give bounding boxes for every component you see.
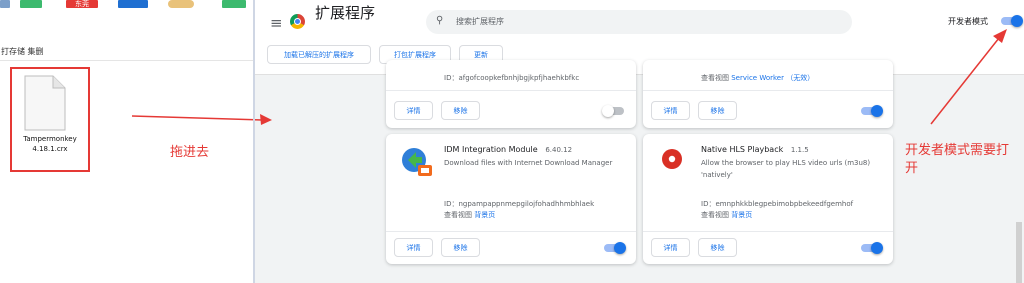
extension-description: Allow the browser to play HLS video urls… (701, 159, 871, 179)
taskbar-icon[interactable] (0, 0, 10, 8)
extension-name: IDM Integration Module (444, 145, 538, 154)
extension-card: Native HLS Playback 1.1.5 Allow the brow… (643, 134, 893, 264)
extension-card: ID：afgofcoopkefbnhjbgjkpfjhaehkbfkc 详情 移… (386, 60, 636, 128)
background-page-link[interactable]: 背景页 (731, 211, 752, 219)
file-name[interactable]: Tampermonkey 4.18.1.crx (12, 134, 88, 154)
taskbar-strip: 东莞 (0, 0, 255, 9)
card-divider (386, 231, 636, 232)
remove-button[interactable]: 移除 (698, 101, 737, 120)
background-page-link[interactable]: 背景页 (474, 211, 495, 219)
taskbar-icon[interactable] (222, 0, 246, 8)
card-divider (643, 231, 893, 232)
dev-mode-annotation: 开发者模式需要打 开 (905, 143, 1010, 176)
extension-toggle[interactable] (861, 105, 883, 117)
toggle-knob (614, 242, 626, 254)
remove-button[interactable]: 移除 (441, 101, 480, 120)
card-divider (386, 90, 636, 91)
drag-in-annotation: 拖进去 (170, 145, 210, 160)
extension-toggle[interactable] (604, 242, 626, 254)
page-title: 扩展程序 (315, 4, 376, 22)
inspect-views: 查看视图 背景页 (701, 211, 753, 219)
details-button[interactable]: 详情 (651, 238, 690, 257)
load-unpacked-button[interactable]: 加载已解压的扩展程序 (267, 45, 371, 64)
extension-toggle[interactable] (602, 105, 624, 117)
details-button[interactable]: 详情 (394, 101, 433, 120)
extension-id: ID：afgofcoopkefbnhjbgjkpfjhaehkbfkc (444, 74, 580, 82)
extension-description: Download files with Internet Download Ma… (444, 159, 613, 167)
extension-name-line: Native HLS Playback 1.1.5 (701, 145, 809, 154)
inspect-views: 查看视图 背景页 (444, 211, 496, 219)
inspect-view-link[interactable]: Service Worker （无效） (731, 74, 814, 82)
remove-button[interactable]: 移除 (441, 238, 480, 257)
taskbar-icon[interactable] (20, 0, 42, 8)
extension-name: Native HLS Playback (701, 145, 784, 154)
search-placeholder: 搜索扩展程序 (456, 17, 504, 26)
toggle-knob (871, 105, 883, 117)
extension-version: 6.40.12 (545, 146, 573, 154)
dev-mode-toggle[interactable] (1001, 15, 1023, 27)
card-divider (643, 90, 893, 91)
extension-name-line: IDM Integration Module 6.40.12 (444, 145, 572, 154)
remove-button[interactable]: 移除 (698, 238, 737, 257)
idm-logo-icon (402, 148, 432, 176)
explorer-toolbar: 打存储 集删 (0, 44, 256, 61)
record-icon (662, 149, 682, 169)
inspect-views: 查看视图 Service Worker （无效） (701, 74, 815, 82)
taskbar-tab[interactable]: 东莞 (66, 0, 98, 8)
menu-icon[interactable]: ≡ (270, 14, 283, 32)
taskbar-icon[interactable] (118, 0, 148, 8)
extension-toggle[interactable] (861, 242, 883, 254)
extension-card: 查看视图 Service Worker （无效） 详情 移除 (643, 60, 893, 128)
scrollbar[interactable] (1016, 222, 1022, 283)
arrow-up-right-icon (930, 29, 1007, 125)
file-icon[interactable] (24, 75, 66, 131)
details-button[interactable]: 详情 (394, 238, 433, 257)
extension-version: 1.1.5 (790, 146, 809, 154)
extension-card: IDM Integration Module 6.40.12 Download … (386, 134, 636, 264)
search-icon: ⚲ (436, 15, 444, 26)
chrome-logo-icon (290, 14, 305, 29)
details-button[interactable]: 详情 (651, 101, 690, 120)
toggle-knob (871, 242, 883, 254)
taskbar-icon[interactable] (168, 0, 194, 8)
toggle-knob (602, 105, 614, 117)
